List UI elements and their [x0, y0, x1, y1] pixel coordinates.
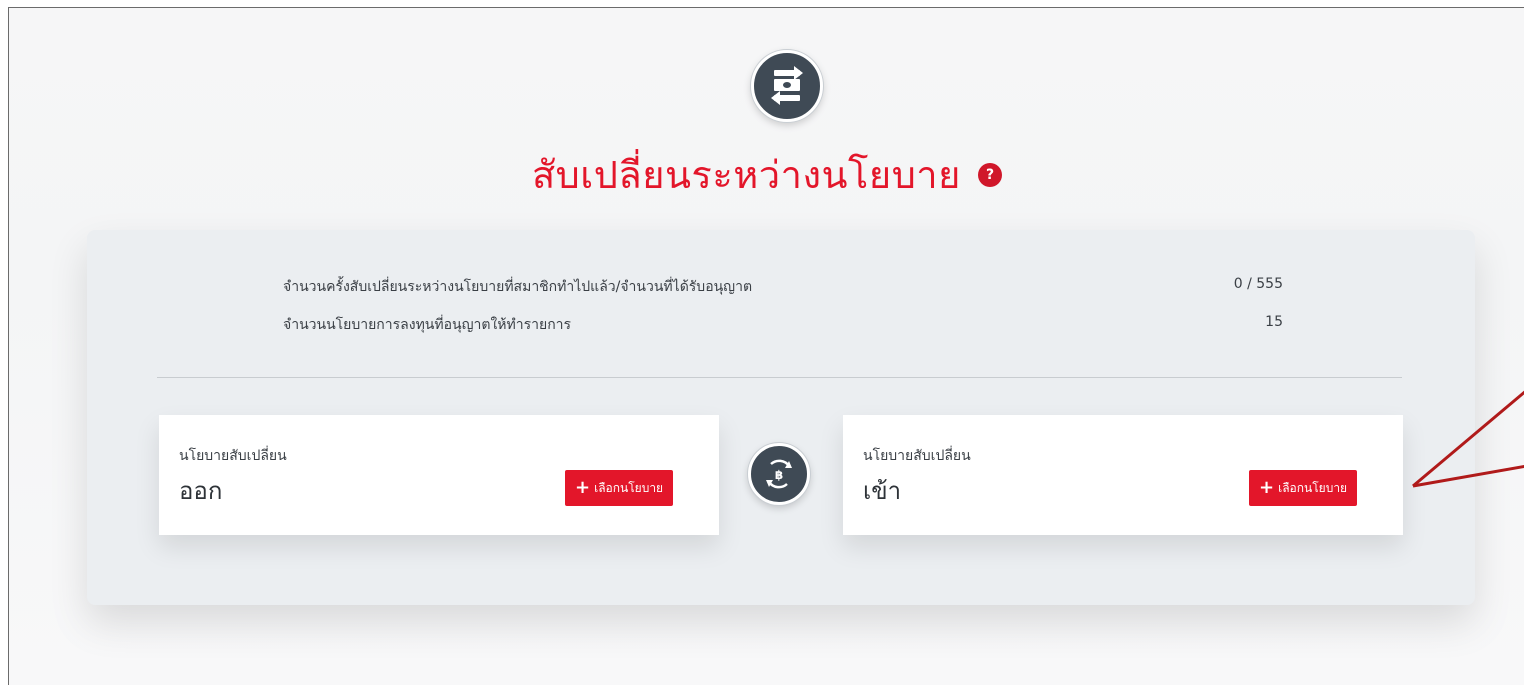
switch-in-sub-label: นโยบายสับเปลี่ยน — [863, 448, 971, 464]
plus-icon: + — [1259, 477, 1275, 498]
swap-icon: ฿ — [748, 443, 810, 505]
page-frame: สับเปลี่ยนระหว่างนโยบาย ? จำนวนครั้งสับเ… — [8, 7, 1524, 685]
select-policy-out-button[interactable]: + เลือกนโยบาย — [565, 470, 674, 506]
switch-out-card: นโยบายสับเปลี่ยน ออก + เลือกนโยบาย — [159, 415, 719, 535]
stat-label: จำนวนนโยบายการลงทุนที่อนุญาตให้ทำรายการ — [283, 317, 572, 333]
svg-text:฿: ฿ — [775, 468, 783, 482]
switch-in-direction: เข้า — [863, 477, 902, 505]
stat-label: จำนวนครั้งสับเปลี่ยนระหว่างนโยบายที่สมาช… — [283, 279, 753, 295]
divider — [157, 377, 1402, 378]
page-title: สับเปลี่ยนระหว่างนโยบาย — [531, 153, 961, 197]
select-policy-in-button[interactable]: + เลือกนโยบาย — [1249, 470, 1358, 506]
callout-arrow — [1412, 390, 1524, 488]
switch-in-card: นโยบายสับเปลี่ยน เข้า + เลือกนโยบาย — [843, 415, 1403, 535]
plus-icon: + — [575, 477, 591, 498]
select-policy-label: เลือกนโยบาย — [1278, 480, 1348, 495]
switch-out-direction: ออก — [179, 477, 223, 505]
help-icon[interactable]: ? — [978, 162, 1003, 187]
title-row: สับเปลี่ยนระหว่างนโยบาย ? — [9, 144, 1524, 205]
stat-value: 0 / 555 — [1233, 276, 1283, 292]
select-policy-label: เลือกนโยบาย — [594, 480, 664, 495]
switch-out-sub-label: นโยบายสับเปลี่ยน — [179, 448, 287, 464]
stat-value: 15 — [1265, 314, 1283, 330]
switch-panel: จำนวนครั้งสับเปลี่ยนระหว่างนโยบายที่สมาช… — [87, 230, 1475, 605]
fund-switch-icon — [751, 50, 823, 122]
